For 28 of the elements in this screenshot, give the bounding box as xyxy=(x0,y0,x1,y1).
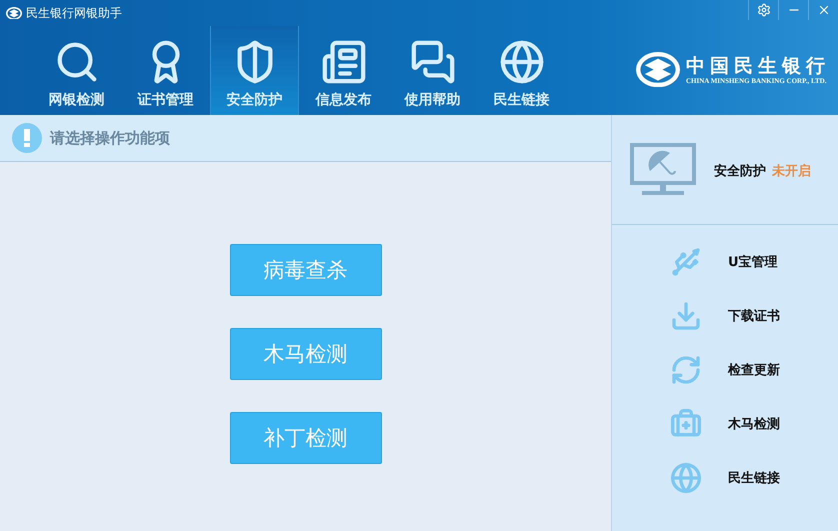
globe-icon xyxy=(498,39,544,85)
nav-tab[interactable]: 安全防护 xyxy=(210,26,299,115)
refresh-icon xyxy=(670,354,702,386)
chat-bubbles-icon xyxy=(410,39,456,85)
nav-tab[interactable]: 使用帮助 xyxy=(388,26,477,115)
exclamation-icon xyxy=(12,123,42,153)
protection-status: 未开启 xyxy=(772,164,811,178)
side-link[interactable]: U宝管理 xyxy=(670,245,838,279)
notice-text: 请选择操作功能项 xyxy=(50,128,170,148)
nav-tab[interactable]: 信息发布 xyxy=(299,26,388,115)
side-link[interactable]: 木马检测 xyxy=(670,407,838,441)
bank-name: 中国民生银行 xyxy=(686,54,830,77)
bank-logo-icon xyxy=(636,52,680,88)
gear-icon xyxy=(756,3,770,17)
side-link[interactable]: 检查更新 xyxy=(670,353,838,387)
side-link[interactable]: 民生链接 xyxy=(670,461,838,495)
newspaper-icon xyxy=(320,39,366,85)
bank-logo-icon xyxy=(6,6,22,20)
side-link[interactable]: 下载证书 xyxy=(670,299,838,333)
monitor-umbrella-icon xyxy=(630,142,696,196)
nav-tab[interactable]: 民生链接 xyxy=(477,26,566,115)
nav-tab[interactable]: 网银检测 xyxy=(32,26,121,115)
nav-tab[interactable]: 证书管理 xyxy=(121,26,210,115)
window-title: 民生银行网银助手 xyxy=(26,4,122,22)
usb-icon xyxy=(670,246,702,278)
download-icon xyxy=(670,300,702,332)
protection-label: 安全防护 xyxy=(714,164,766,178)
globe-icon xyxy=(670,462,702,494)
